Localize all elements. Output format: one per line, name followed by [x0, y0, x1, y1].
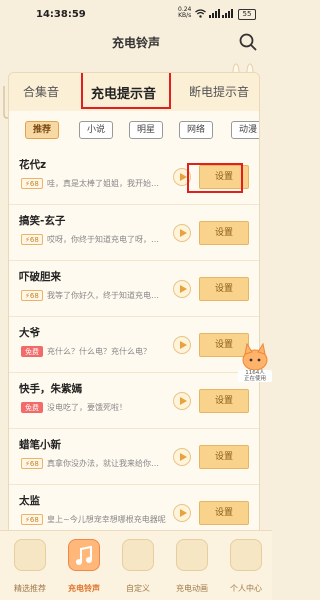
nav-label: 自定义 — [126, 584, 150, 593]
price-badge: ⚡68 — [21, 514, 43, 525]
ringtone-desc: 哇，真是太棒了姐姐，我开始… — [47, 179, 159, 188]
nav-featured[interactable]: 精选推荐 — [8, 539, 52, 599]
search-icon[interactable] — [238, 32, 258, 52]
ringtone-row[interactable]: 蜡笔小新 ⚡68 真拿你没办法，就让我来给你… 设置 — [9, 429, 259, 485]
ringtone-name: 搞笑-玄子 — [19, 215, 66, 227]
set-button[interactable]: 设置 — [199, 389, 249, 413]
set-button-highlight — [187, 163, 243, 193]
nav-profile[interactable]: 个人中心 — [224, 539, 268, 599]
chip-anime[interactable]: 动漫 — [231, 121, 259, 139]
network-speed: 0.24 KB/s — [178, 7, 191, 19]
ringtone-desc: 充什么？什么电？充什么电？ — [47, 347, 151, 356]
ringtone-row[interactable]: 吓破胆来 ⚡68 我等了你好久，终于知道充电… 设置 — [9, 261, 259, 317]
play-icon[interactable] — [173, 224, 191, 242]
puzzle-icon — [122, 539, 154, 571]
ringtone-row[interactable]: 快手，朱紫嫣 免费 没电吃了，要饿死啦！ 设置 — [9, 373, 259, 429]
set-button[interactable]: 设置 — [199, 221, 249, 245]
ringtone-name: 蜡笔小新 — [19, 439, 61, 451]
nav-label: 充电铃声 — [68, 584, 100, 593]
free-badge: 免费 — [21, 346, 43, 357]
user-icon — [230, 539, 262, 571]
chip-star[interactable]: 明星 — [129, 121, 163, 139]
set-button[interactable]: 设置 — [199, 445, 249, 469]
ringtone-desc: 皇上~今儿想宠幸想哪根充电器呢 — [47, 515, 166, 524]
play-icon[interactable] — [173, 336, 191, 354]
ringtone-desc: 哎呀，你终于知道充电了呀，… — [47, 235, 159, 244]
ringtone-name: 吓破胆来 — [19, 271, 61, 283]
play-icon[interactable] — [173, 392, 191, 410]
ringtone-card: 合集音 充电提示音 断电提示音 推荐 小说 明星 网络 动漫 花代z ⚡68 哇… — [8, 72, 260, 542]
ringtone-name: 大爷 — [19, 327, 40, 339]
play-icon[interactable] — [173, 280, 191, 298]
ringtone-row[interactable]: 搞笑-玄子 ⚡68 哎呀，你终于知道充电了呀，… 设置 — [9, 205, 259, 261]
user-count-badge: 1164人 正在使用 — [238, 370, 272, 382]
speed-unit: KB/s — [178, 12, 192, 19]
ringtone-name: 快手，朱紫嫣 — [19, 383, 82, 395]
category-chips: 推荐 小说 明星 网络 动漫 — [9, 121, 259, 143]
nav-custom[interactable]: 自定义 — [116, 539, 160, 599]
music-note-icon — [68, 539, 100, 571]
set-button[interactable]: 设置 — [199, 501, 249, 525]
play-icon[interactable] — [173, 448, 191, 466]
play-icon[interactable] — [173, 504, 191, 522]
price-badge: ⚡68 — [21, 178, 43, 189]
price-badge: ⚡68 — [21, 234, 43, 245]
ringtone-name: 花代z — [19, 159, 47, 171]
fox-mascot-icon[interactable] — [238, 342, 272, 372]
ringtone-desc: 没电吃了，要饿死啦！ — [47, 403, 127, 412]
nav-animation[interactable]: 充电动画 — [170, 539, 214, 599]
active-tab-highlight — [81, 73, 171, 109]
ringtone-row[interactable]: 大爷 免费 充什么？什么电？充什么电？ 设置 — [9, 317, 259, 373]
nav-label: 精选推荐 — [14, 584, 46, 593]
tv-icon — [176, 539, 208, 571]
free-badge: 免费 — [21, 402, 43, 413]
nav-label: 个人中心 — [230, 584, 262, 593]
chip-recommend[interactable]: 推荐 — [25, 121, 59, 139]
chip-novel[interactable]: 小说 — [79, 121, 113, 139]
title-bar: 充电铃声 — [0, 28, 272, 56]
tab-disconnect-tone[interactable]: 断电提示音 — [189, 83, 249, 100]
chip-internet[interactable]: 网络 — [179, 121, 213, 139]
nav-ringtone[interactable]: 充电铃声 — [62, 539, 106, 599]
wifi-icon — [195, 9, 206, 21]
bottom-nav: 精选推荐 充电铃声 自定义 充电动画 个人中心 — [0, 530, 272, 600]
ringtone-desc: 真拿你没办法，就让我来给你… — [47, 459, 159, 468]
signal-icon — [209, 9, 233, 21]
status-bar: 14:38:59 0.24 KB/s 55 — [0, 0, 272, 30]
status-time: 14:38:59 — [36, 9, 86, 20]
price-badge: ⚡68 — [21, 458, 43, 469]
battery-icon: 55 — [238, 9, 256, 20]
tab-collection[interactable]: 合集音 — [23, 83, 59, 100]
ringtone-desc: 我等了你好久，终于知道充电… — [47, 291, 159, 300]
page-title: 充电铃声 — [111, 36, 160, 50]
price-badge: ⚡68 — [21, 290, 43, 301]
featured-icon — [14, 539, 46, 571]
user-count-sub: 正在使用 — [243, 376, 266, 382]
set-button[interactable]: 设置 — [199, 277, 249, 301]
tab-bar: 合集音 充电提示音 断电提示音 — [9, 73, 259, 111]
ringtone-name: 太监 — [19, 495, 40, 507]
nav-label: 充电动画 — [176, 584, 208, 593]
